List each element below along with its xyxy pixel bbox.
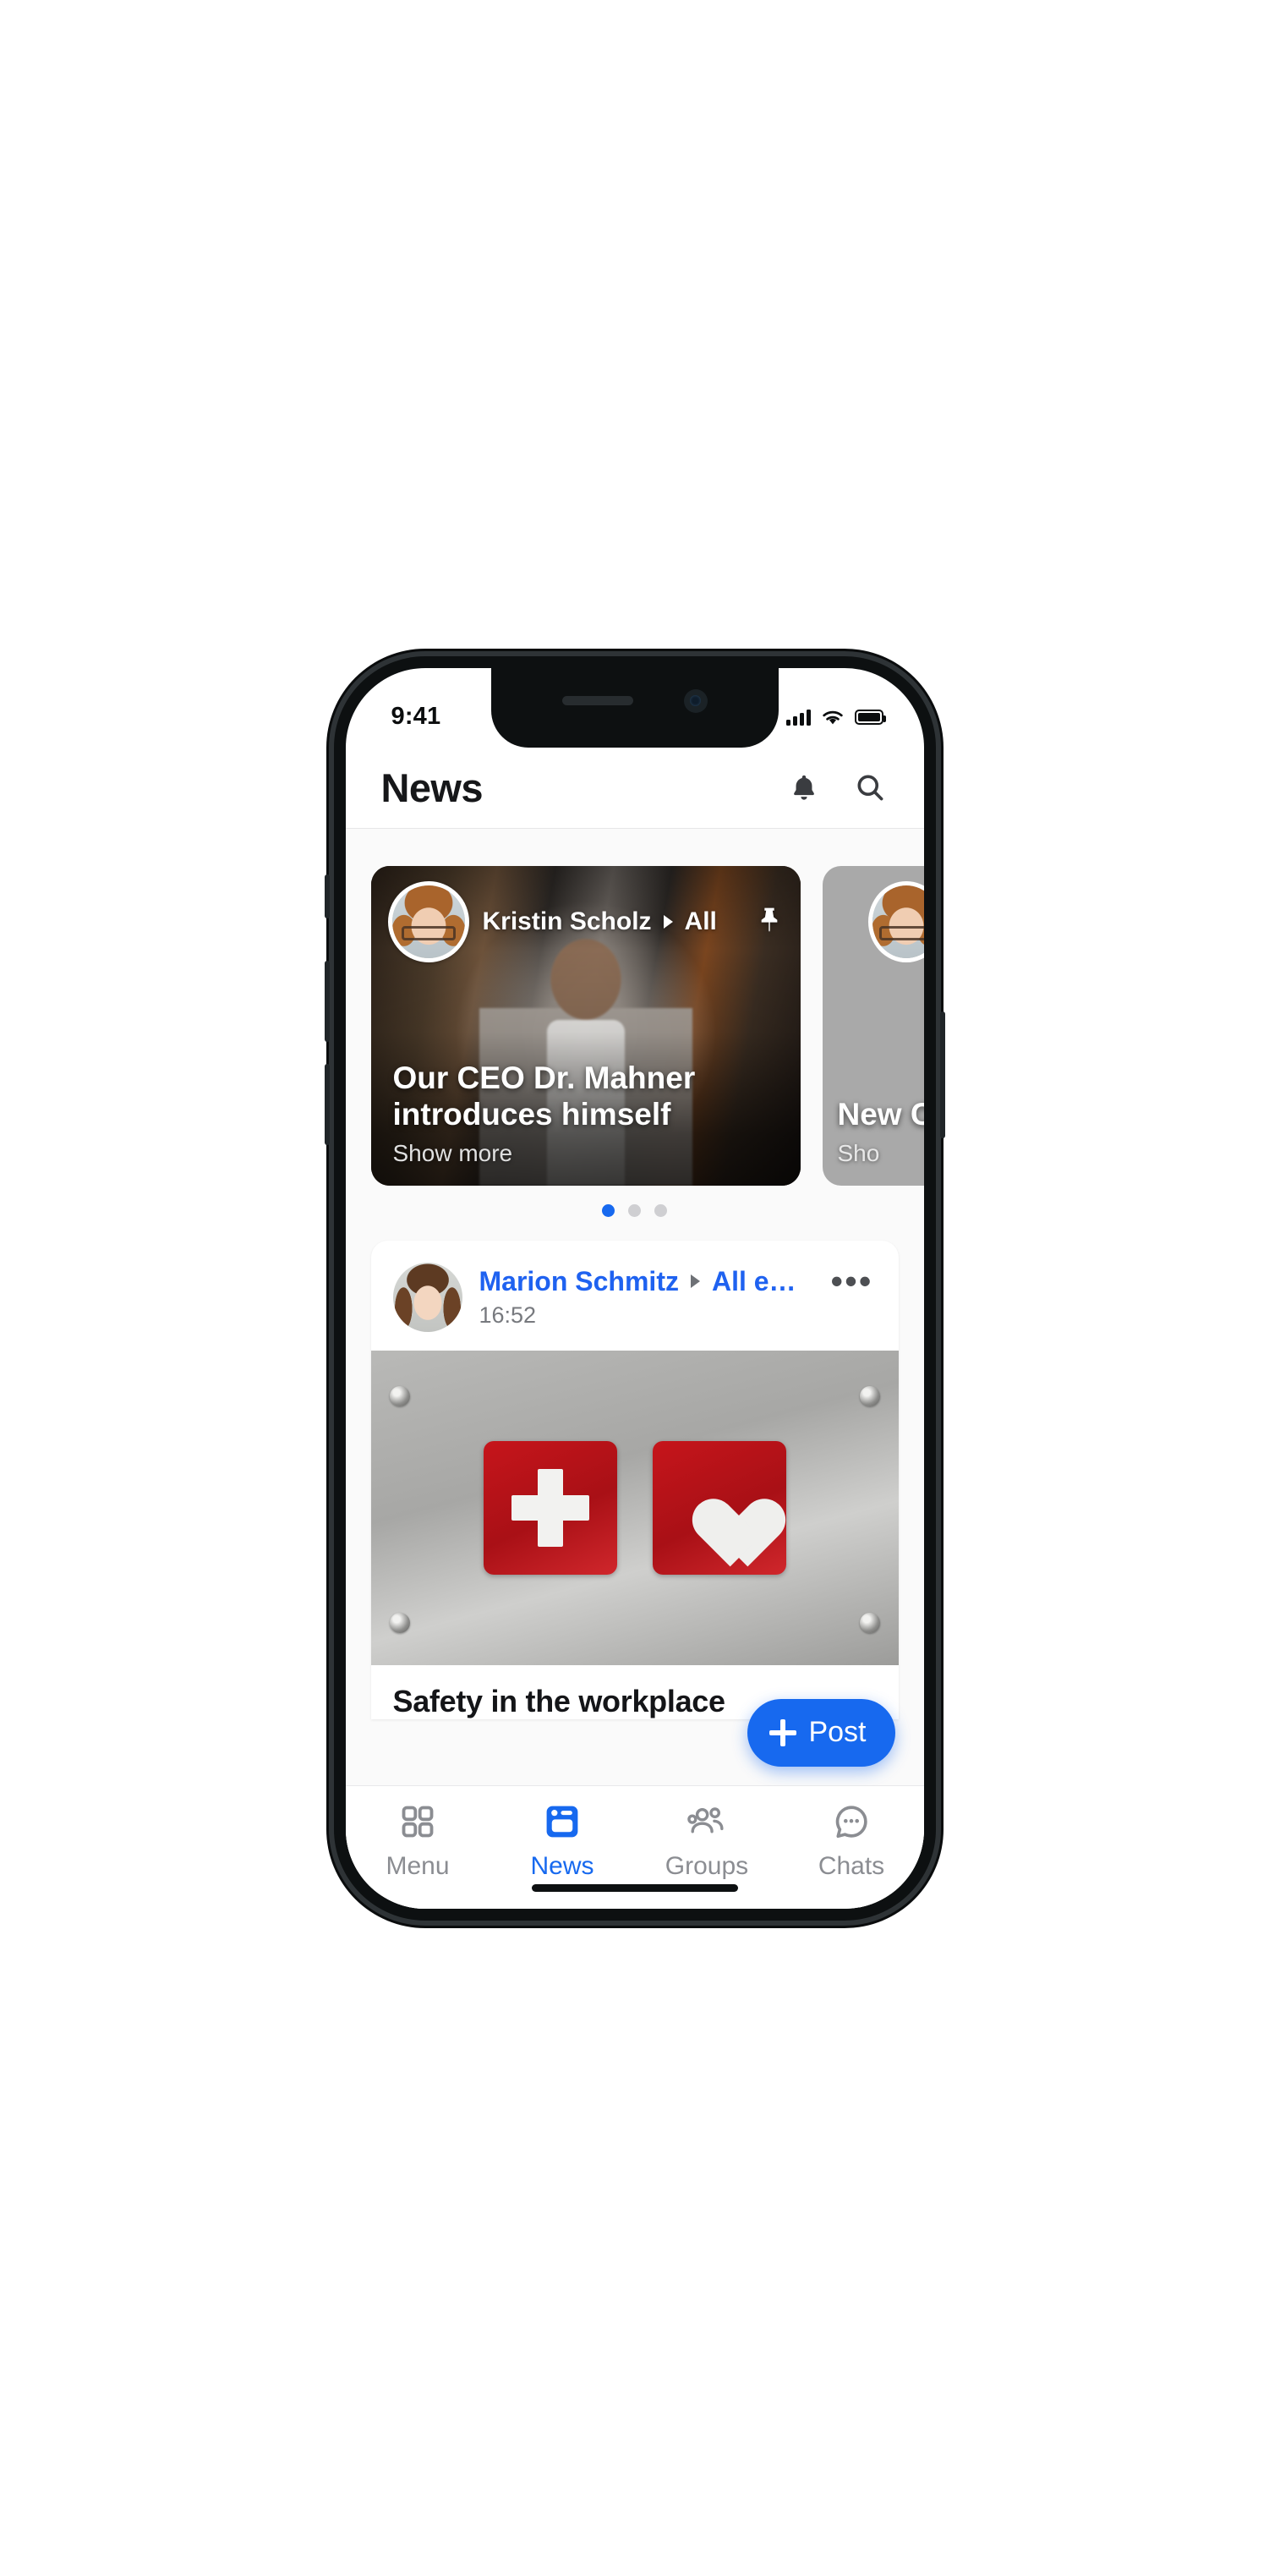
post-button-label: Post <box>808 1716 867 1748</box>
pin-icon[interactable] <box>755 904 784 939</box>
story-avatar[interactable] <box>867 880 924 962</box>
status-indicators <box>785 708 886 726</box>
header-actions <box>787 770 887 804</box>
search-icon[interactable] <box>853 770 887 804</box>
power-button[interactable] <box>939 1011 945 1138</box>
notch <box>490 667 779 748</box>
tab-groups[interactable]: Groups <box>643 1800 770 1881</box>
wifi-icon <box>822 710 843 724</box>
cellular-bars-icon <box>785 709 811 726</box>
chevron-right-icon <box>690 1274 700 1288</box>
story-card[interactable]: New CE Sho <box>822 865 924 1186</box>
post-timestamp: 16:52 <box>479 1302 537 1328</box>
story-show-more-link[interactable]: Sho <box>838 1140 924 1167</box>
aed-heart-sign <box>652 1440 786 1575</box>
carousel-pagination[interactable] <box>346 1186 924 1234</box>
pinned-stories-carousel[interactable]: Kristin Scholz All Our CEO Dr. Mahner in… <box>346 829 924 1186</box>
tab-menu-label: Menu <box>386 1851 450 1880</box>
feed-post[interactable]: Marion Schmitz All emp… 16:52 ••• <box>370 1240 899 1719</box>
story-show-more-link[interactable]: Show more <box>393 1140 779 1167</box>
story-audience[interactable]: All <box>685 907 717 936</box>
carousel-dot-2[interactable] <box>628 1203 641 1217</box>
post-author[interactable]: Marion Schmitz <box>479 1266 679 1297</box>
kristin-scholz-avatar[interactable] <box>387 880 469 962</box>
front-camera-icon <box>683 688 708 713</box>
phone-frame: 9:41 News Kristin Scholz All Our CEO Dr.… <box>324 655 945 1921</box>
story-footer: Our CEO Dr. Mahner introduces himself Sh… <box>393 1060 779 1167</box>
tab-chats[interactable]: Chats <box>788 1800 915 1881</box>
groups-icon <box>686 1800 728 1844</box>
silent-switch[interactable] <box>324 874 330 918</box>
tab-menu[interactable]: Menu <box>354 1800 481 1881</box>
earpiece-speaker <box>561 696 633 705</box>
news-icon <box>543 1800 582 1844</box>
carousel-dot-1[interactable] <box>602 1203 615 1217</box>
status-time: 9:41 <box>391 703 441 730</box>
story-author[interactable]: Kristin Scholz <box>483 907 652 936</box>
tab-groups-label: Groups <box>665 1851 749 1880</box>
post-header: Marion Schmitz All emp… 16:52 ••• <box>371 1241 899 1351</box>
app-header: News <box>345 747 924 829</box>
story-header: Kristin Scholz All <box>387 880 784 962</box>
carousel-dot-3[interactable] <box>654 1203 667 1217</box>
marion-schmitz-avatar[interactable] <box>392 1262 462 1332</box>
post-image[interactable] <box>370 1350 899 1665</box>
bell-icon[interactable] <box>787 770 821 804</box>
story-card[interactable]: Kristin Scholz All Our CEO Dr. Mahner in… <box>370 865 801 1186</box>
battery-full-icon <box>854 709 886 725</box>
post-audience[interactable]: All emp… <box>712 1266 810 1297</box>
page-title: News <box>380 765 484 810</box>
story-title: Our CEO Dr. Mahner introduces himself <box>392 1060 696 1132</box>
home-indicator[interactable] <box>531 1883 738 1892</box>
tab-news[interactable]: News <box>499 1800 626 1881</box>
chat-icon <box>832 1800 871 1844</box>
screenshot-stage: 9:41 News Kristin Scholz All Our CEO Dr.… <box>0 0 1269 2576</box>
volume-down-button[interactable] <box>324 1063 330 1145</box>
grid-icon <box>398 1800 437 1844</box>
tab-news-label: News <box>530 1851 594 1880</box>
plus-icon <box>769 1718 797 1746</box>
story-title: New CE <box>837 1097 924 1132</box>
tab-chats-label: Chats <box>818 1851 885 1880</box>
volume-up-button[interactable] <box>324 960 330 1042</box>
phone-screen: 9:41 News Kristin Scholz All Our CEO Dr.… <box>345 667 924 1909</box>
post-button[interactable]: Post <box>747 1698 895 1767</box>
chevron-right-icon <box>663 914 673 929</box>
more-options-icon[interactable]: ••• <box>827 1263 876 1297</box>
first-aid-cross-sign <box>483 1440 617 1575</box>
